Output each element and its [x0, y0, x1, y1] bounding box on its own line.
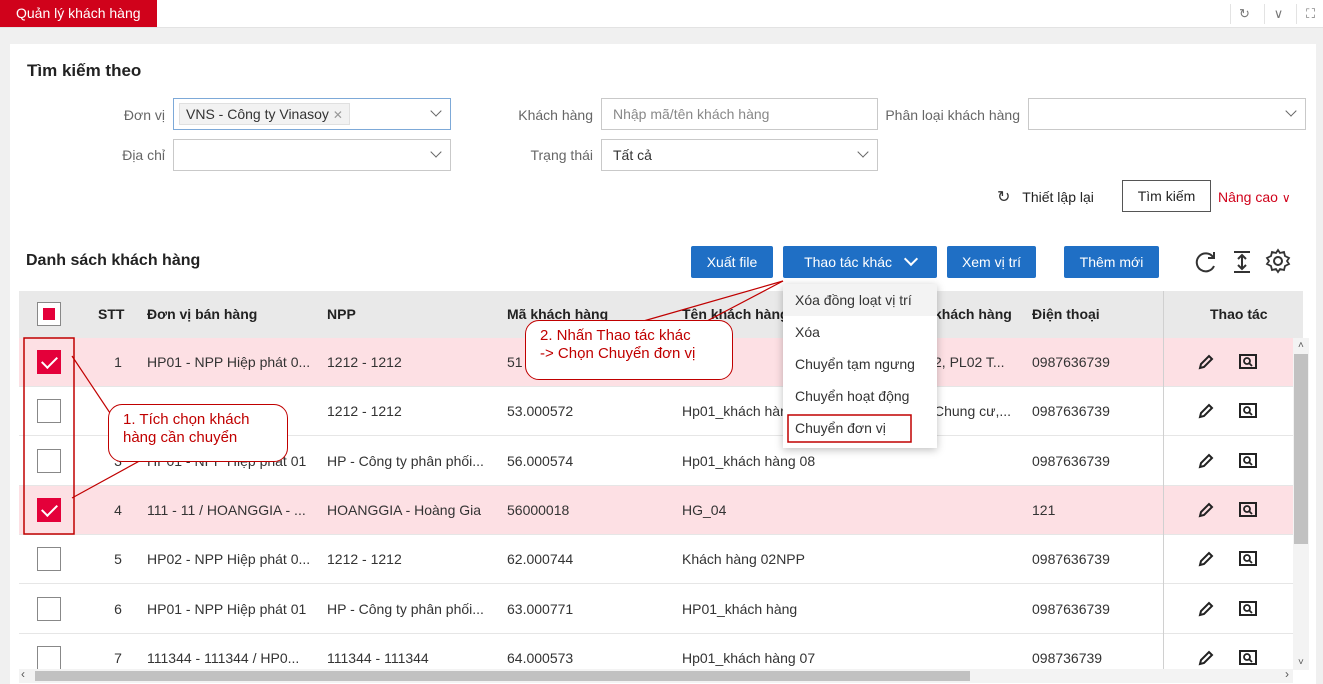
annotation-step-2-line-2: -> Chọn Chuyển đơn vị	[540, 345, 696, 362]
callout-pointer-2b	[704, 280, 784, 323]
annotation-step-2: 2. Nhấn Thao tác khác -> Chọn Chuyển đơn…	[525, 320, 733, 380]
annotation-step-1: 1. Tích chọn khách hàng cần chuyển	[108, 404, 288, 462]
annotation-step-2-line-1: 2. Nhấn Thao tác khác	[540, 327, 691, 344]
checkbox-highlight-box	[23, 337, 75, 535]
menu-item-highlight-box	[787, 414, 912, 443]
callout-pointer-1b	[71, 457, 146, 499]
callout-pointer-2a	[639, 280, 784, 323]
